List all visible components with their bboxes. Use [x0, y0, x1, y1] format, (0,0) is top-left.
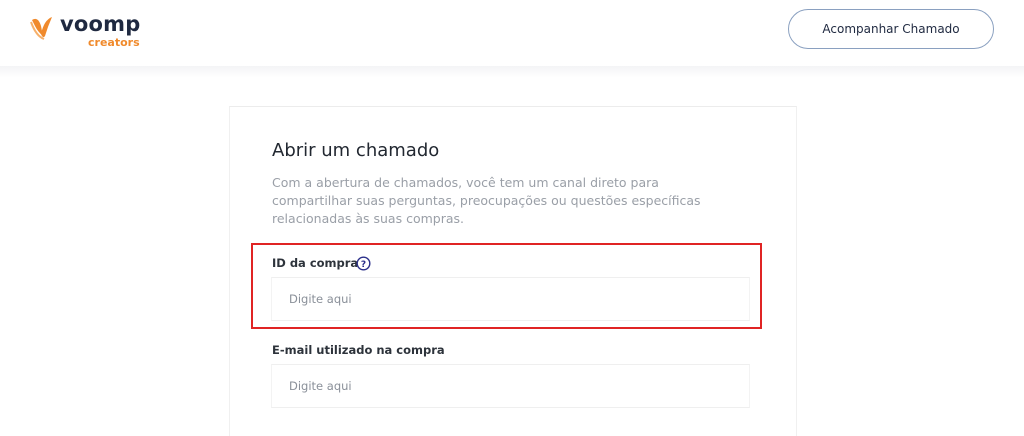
- form-description: Com a abertura de chamados, você tem um …: [272, 175, 701, 226]
- email-label: E-mail utilizado na compra: [272, 343, 445, 357]
- voomp-logo[interactable]: voomp creators: [28, 10, 168, 54]
- logo-wordmark: voomp: [60, 12, 141, 36]
- purchase-id-input[interactable]: [271, 277, 750, 321]
- top-header: voomp creators Acompanhar Chamado: [0, 0, 1024, 66]
- svg-text:?: ?: [361, 260, 366, 270]
- voomp-logo-mark-icon: [30, 17, 52, 40]
- form-title: Abrir um chamado: [272, 140, 440, 161]
- logo-subtext: creators: [88, 36, 140, 49]
- track-ticket-button[interactable]: Acompanhar Chamado: [788, 9, 994, 49]
- email-input[interactable]: [271, 364, 750, 408]
- header-divider: [0, 66, 1024, 78]
- question-circle-icon[interactable]: ?: [356, 256, 371, 271]
- purchase-id-label: ID da compra: [272, 256, 359, 270]
